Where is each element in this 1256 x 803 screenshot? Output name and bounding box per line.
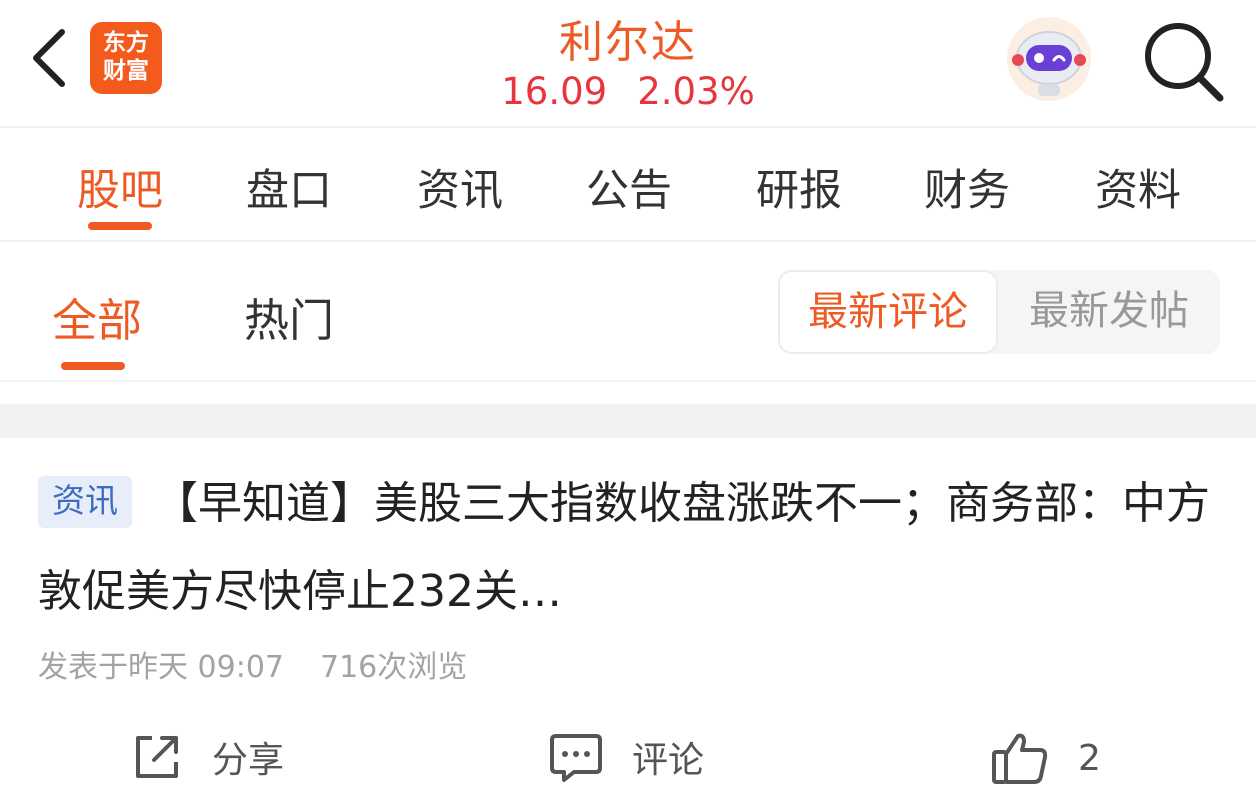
main-tab-bar: 股吧 盘口 资讯 公告 研报 财务 资料 — [0, 130, 1256, 242]
robot-assistant-icon — [1007, 17, 1091, 101]
stock-price: 16.09 — [501, 70, 608, 113]
subtab-hot[interactable]: 热门 — [234, 284, 344, 349]
post-title: 【早知道】美股三大指数收盘涨跌不一；商务部：中方敦促美方尽快停止232关… — [38, 478, 1210, 617]
assistant-button[interactable] — [1004, 14, 1094, 104]
share-label: 分享 — [212, 740, 285, 781]
tab-pankou[interactable]: 盘口 — [229, 156, 349, 218]
post-views: 716次浏览 — [320, 650, 468, 685]
subtab-all[interactable]: 全部 — [42, 284, 152, 370]
tab-label: 股吧 — [77, 166, 163, 216]
like-count: 2 — [1078, 737, 1101, 779]
search-button[interactable] — [1140, 18, 1226, 104]
tab-label: 资讯 — [417, 166, 503, 216]
tab-label: 公告 — [586, 166, 672, 216]
tab-label: 资料 — [1095, 166, 1181, 216]
active-subtab-indicator — [61, 362, 125, 370]
tab-label: 财务 — [924, 166, 1010, 216]
subtab-label: 热门 — [243, 294, 334, 347]
sub-tab-bar: 全部 热门 最新评论 最新发帖 — [0, 244, 1256, 382]
post-actions: 分享 评论 2 — [0, 724, 1256, 796]
post-time: 发表于昨天 09:07 — [38, 650, 284, 685]
comment-icon — [550, 734, 602, 782]
active-tab-indicator — [88, 222, 152, 230]
sort-latest-comment-button[interactable]: 最新评论 — [780, 272, 996, 352]
stock-change-percent: 2.03% — [637, 70, 755, 113]
comment-label: 评论 — [632, 740, 705, 781]
post-title-block[interactable]: 资讯 【早知道】美股三大指数收盘涨跌不一；商务部：中方敦促美方尽快停止232关… — [38, 460, 1228, 636]
section-divider — [0, 404, 1256, 438]
post-category-badge: 资讯 — [38, 476, 132, 528]
subtab-label: 全部 — [51, 294, 142, 347]
tab-label: 研报 — [756, 166, 842, 216]
comment-button[interactable]: 评论 — [548, 730, 704, 784]
like-button[interactable]: 2 — [990, 730, 1101, 786]
tab-profile[interactable]: 资料 — [1078, 156, 1198, 218]
search-icon — [1145, 23, 1224, 102]
tab-research[interactable]: 研报 — [739, 156, 859, 218]
post-meta: 发表于昨天 09:07 716次浏览 — [38, 642, 467, 686]
tab-guba[interactable]: 股吧 — [60, 156, 180, 230]
sort-latest-post-button[interactable]: 最新发帖 — [1000, 270, 1218, 354]
share-icon — [136, 736, 178, 778]
sort-toggle: 最新评论 最新发帖 — [778, 270, 1220, 354]
thumbs-up-icon — [992, 733, 1048, 784]
top-bar: 东方 财富 利尔达 16.09 2.03% — [0, 0, 1256, 128]
tab-finance[interactable]: 财务 — [907, 156, 1027, 218]
tab-news[interactable]: 资讯 — [400, 156, 520, 218]
tab-label: 盘口 — [246, 166, 332, 216]
post-card[interactable]: 资讯 【早知道】美股三大指数收盘涨跌不一；商务部：中方敦促美方尽快停止232关… … — [0, 438, 1256, 803]
tab-announcements[interactable]: 公告 — [569, 156, 689, 218]
share-button[interactable]: 分享 — [130, 730, 284, 784]
